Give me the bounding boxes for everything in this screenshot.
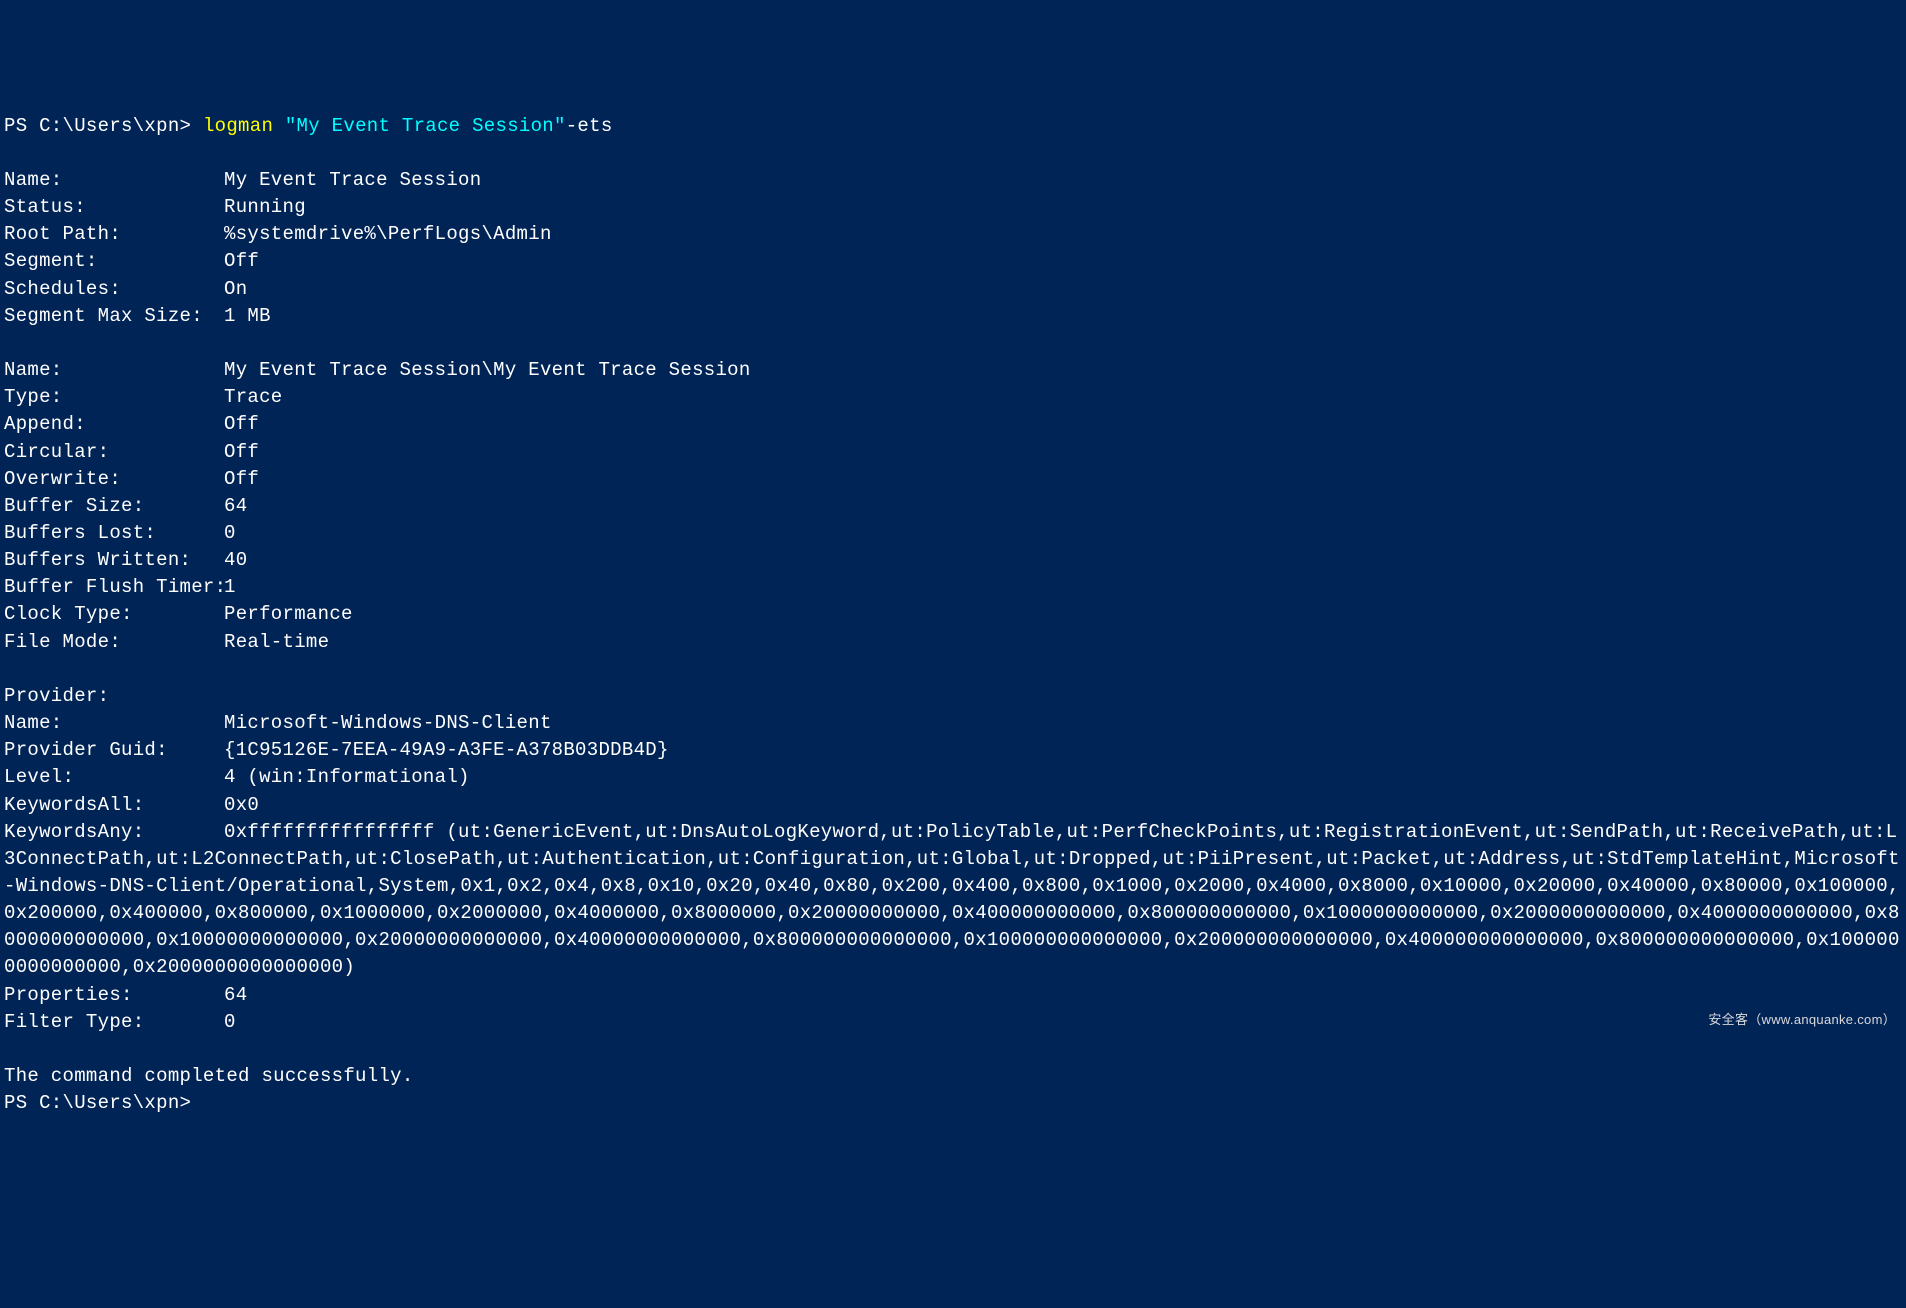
trace-buffer-flush-timer-label: Buffer Flush Timer: — [4, 574, 224, 601]
provider-properties-label: Properties: — [4, 982, 224, 1009]
session-segment-max-size-label: Segment Max Size: — [4, 303, 224, 330]
trace-type-value: Trace — [224, 386, 283, 408]
trace-overwrite-value: Off — [224, 468, 259, 490]
trace-buffers-lost-label: Buffers Lost: — [4, 520, 224, 547]
trace-buffers-written-label: Buffers Written: — [4, 547, 224, 574]
session-schedules-label: Schedules: — [4, 276, 224, 303]
trace-buffer-size-label: Buffer Size: — [4, 493, 224, 520]
trace-buffer-flush-timer-value: 1 — [224, 576, 236, 598]
prompt-end[interactable]: PS C:\Users\xpn> — [4, 1092, 191, 1114]
provider-guid-label: Provider Guid: — [4, 737, 224, 764]
prompt-arg-flag: -ets — [566, 115, 613, 137]
prompt-command: logman — [203, 115, 285, 137]
provider-filter-type-label: Filter Type: — [4, 1009, 224, 1036]
session-schedules-value: On — [224, 278, 247, 300]
trace-clock-type-label: Clock Type: — [4, 601, 224, 628]
provider-keywords-any-value: 0xffffffffffffffff (ut:GenericEvent,ut:D… — [4, 821, 1900, 979]
trace-name-value: My Event Trace Session\My Event Trace Se… — [224, 359, 751, 381]
provider-level-value: 4 (win:Informational) — [224, 766, 470, 788]
prompt-arg-quoted: "My Event Trace Session" — [285, 115, 566, 137]
session-name-value: My Event Trace Session — [224, 169, 481, 191]
trace-overwrite-label: Overwrite: — [4, 466, 224, 493]
trace-buffer-size-value: 64 — [224, 495, 247, 517]
terminal-output: PS C:\Users\xpn> logman "My Event Trace … — [4, 113, 1902, 1118]
prompt-prefix: PS C:\Users\xpn> — [4, 115, 203, 137]
provider-guid-value: {1C95126E-7EEA-49A9-A3FE-A378B03DDB4D} — [224, 739, 669, 761]
trace-file-mode-value: Real-time — [224, 631, 329, 653]
trace-append-label: Append: — [4, 411, 224, 438]
trace-append-value: Off — [224, 413, 259, 435]
completion-message: The command completed successfully. — [4, 1065, 414, 1087]
trace-type-label: Type: — [4, 384, 224, 411]
provider-keywords-all-value: 0x0 — [224, 794, 259, 816]
provider-name-value: Microsoft-Windows-DNS-Client — [224, 712, 552, 734]
session-segment-label: Segment: — [4, 248, 224, 275]
session-segment-max-size-value: 1 MB — [224, 305, 271, 327]
session-status-label: Status: — [4, 194, 224, 221]
trace-clock-type-value: Performance — [224, 603, 353, 625]
provider-header: Provider: — [4, 685, 109, 707]
provider-properties-value: 64 — [224, 984, 247, 1006]
trace-circular-label: Circular: — [4, 439, 224, 466]
provider-keywords-all-label: KeywordsAll: — [4, 792, 224, 819]
provider-keywords-any-label: KeywordsAny: — [4, 819, 224, 846]
provider-name-label: Name: — [4, 710, 224, 737]
session-root-path-label: Root Path: — [4, 221, 224, 248]
watermark: 安全客（www.anquanke.com） — [1708, 1011, 1896, 1030]
trace-name-label: Name: — [4, 357, 224, 384]
trace-buffers-lost-value: 0 — [224, 522, 236, 544]
session-name-label: Name: — [4, 167, 224, 194]
trace-circular-value: Off — [224, 441, 259, 463]
provider-level-label: Level: — [4, 764, 224, 791]
trace-buffers-written-value: 40 — [224, 549, 247, 571]
trace-file-mode-label: File Mode: — [4, 629, 224, 656]
provider-filter-type-value: 0 — [224, 1011, 236, 1033]
session-status-value: Running — [224, 196, 306, 218]
session-segment-value: Off — [224, 250, 259, 272]
session-root-path-value: %systemdrive%\PerfLogs\Admin — [224, 223, 552, 245]
